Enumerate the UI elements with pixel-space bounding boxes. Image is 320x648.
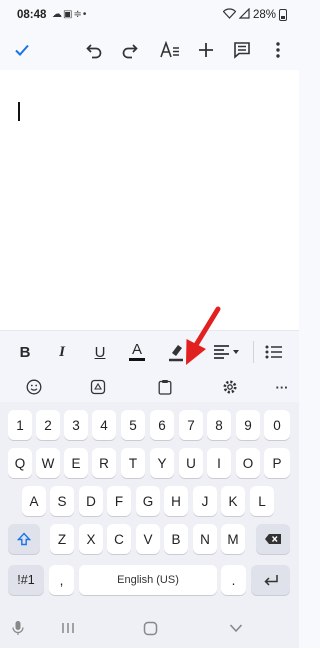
bulleted-list-icon	[265, 345, 282, 359]
drive-icon: ≑	[73, 9, 83, 20]
period-key[interactable]: .	[221, 565, 246, 595]
clipboard-icon	[158, 380, 172, 395]
key-5[interactable]: 5	[121, 410, 145, 440]
key-d[interactable]: D	[79, 486, 103, 516]
status-time: 08:48	[17, 9, 47, 21]
dot-icon: •	[82, 9, 88, 20]
key-9[interactable]: 9	[236, 410, 260, 440]
editor-toolbar	[0, 30, 299, 70]
key-q[interactable]: Q	[8, 448, 32, 478]
key-m[interactable]: M	[221, 524, 245, 554]
key-j[interactable]: J	[193, 486, 217, 516]
key-e[interactable]: E	[64, 448, 88, 478]
text-format-icon[interactable]	[156, 36, 184, 64]
key-b[interactable]: B	[164, 524, 188, 554]
key-z[interactable]: Z	[50, 524, 74, 554]
space-key[interactable]: English (US)	[79, 565, 217, 595]
key-y[interactable]: Y	[150, 448, 174, 478]
key-o[interactable]: O	[236, 448, 260, 478]
comment-icon[interactable]	[228, 36, 256, 64]
key-8[interactable]: 8	[207, 410, 231, 440]
underline-button[interactable]: U	[92, 341, 108, 363]
image-icon: ▣	[63, 9, 74, 20]
backspace-icon	[265, 534, 281, 544]
key-x[interactable]: X	[79, 524, 103, 554]
bold-button[interactable]: B	[18, 341, 32, 363]
microphone-icon[interactable]	[10, 620, 26, 636]
check-icon[interactable]	[8, 36, 36, 64]
more-vert-icon[interactable]	[264, 36, 292, 64]
recent-apps-icon[interactable]	[60, 620, 76, 636]
key-v[interactable]: V	[136, 524, 160, 554]
settings-button[interactable]	[220, 377, 240, 397]
key-6[interactable]: 6	[150, 410, 174, 440]
battery-icon	[279, 9, 287, 21]
more-options-button[interactable]: ···	[272, 377, 292, 397]
key-3[interactable]: 3	[64, 410, 88, 440]
key-a[interactable]: A	[22, 486, 46, 516]
shift-key[interactable]	[8, 524, 40, 554]
clipboard-button[interactable]	[155, 377, 175, 397]
document-body[interactable]	[0, 70, 299, 330]
key-u[interactable]: U	[179, 448, 203, 478]
key-p[interactable]: P	[264, 448, 290, 478]
italic-icon: I	[59, 343, 65, 360]
underline-icon: U	[94, 343, 106, 361]
key-4[interactable]: 4	[92, 410, 116, 440]
text-color-swatch	[129, 358, 145, 361]
format-bar: B I U A	[0, 330, 299, 372]
undo-icon[interactable]	[80, 36, 108, 64]
emoji-icon	[26, 379, 42, 395]
keyboard: 1 2 3 4 5 6 7 8 9 0 Q W E R T Y U I O P …	[0, 402, 299, 608]
key-2[interactable]: 2	[36, 410, 60, 440]
key-f[interactable]: F	[107, 486, 131, 516]
status-bar: 08:48 ☁▣≑• 28%	[0, 0, 299, 30]
backspace-key[interactable]	[256, 524, 290, 554]
enter-icon	[263, 575, 278, 586]
symbols-key[interactable]: !#1	[8, 565, 44, 595]
key-s[interactable]: S	[50, 486, 74, 516]
battery-percent: 28%	[252, 9, 276, 21]
redo-icon[interactable]	[116, 36, 144, 64]
key-c[interactable]: C	[107, 524, 131, 554]
keyboard-toolbar: ···	[0, 372, 299, 402]
key-l[interactable]: L	[250, 486, 274, 516]
key-n[interactable]: N	[193, 524, 217, 554]
key-k[interactable]: K	[221, 486, 245, 516]
settings-icon	[223, 380, 237, 394]
notification-icons: ☁▣≑•	[52, 9, 87, 20]
system-nav-bar	[0, 608, 299, 648]
hide-keyboard-icon[interactable]	[228, 620, 244, 636]
bold-icon: B	[19, 343, 31, 361]
text-cursor	[18, 102, 20, 121]
shift-icon	[17, 532, 31, 546]
wifi-icon	[222, 8, 237, 22]
key-h[interactable]: H	[164, 486, 188, 516]
text-color-icon: A	[131, 341, 142, 358]
key-r[interactable]: R	[92, 448, 116, 478]
sticker-button[interactable]	[88, 377, 108, 397]
emoji-button[interactable]	[24, 377, 44, 397]
home-icon[interactable]	[142, 620, 158, 636]
italic-button[interactable]: I	[55, 341, 69, 363]
signal-icon	[238, 7, 250, 22]
key-0[interactable]: 0	[264, 410, 290, 440]
status-right: 28%	[222, 7, 287, 22]
more-horiz-icon: ···	[275, 379, 289, 395]
annotation-arrow	[186, 306, 221, 365]
key-7[interactable]: 7	[179, 410, 203, 440]
bulleted-list-button[interactable]	[264, 341, 284, 363]
key-i[interactable]: I	[207, 448, 231, 478]
key-g[interactable]: G	[136, 486, 160, 516]
add-icon[interactable]	[192, 36, 220, 64]
sticker-icon	[90, 379, 106, 395]
key-w[interactable]: W	[36, 448, 60, 478]
format-divider	[253, 341, 254, 363]
comma-key[interactable]: ,	[49, 565, 74, 595]
key-t[interactable]: T	[121, 448, 145, 478]
text-color-button[interactable]: A	[128, 341, 146, 363]
enter-key[interactable]	[251, 565, 290, 595]
key-1[interactable]: 1	[8, 410, 32, 440]
cloud-icon: ☁	[52, 9, 63, 20]
